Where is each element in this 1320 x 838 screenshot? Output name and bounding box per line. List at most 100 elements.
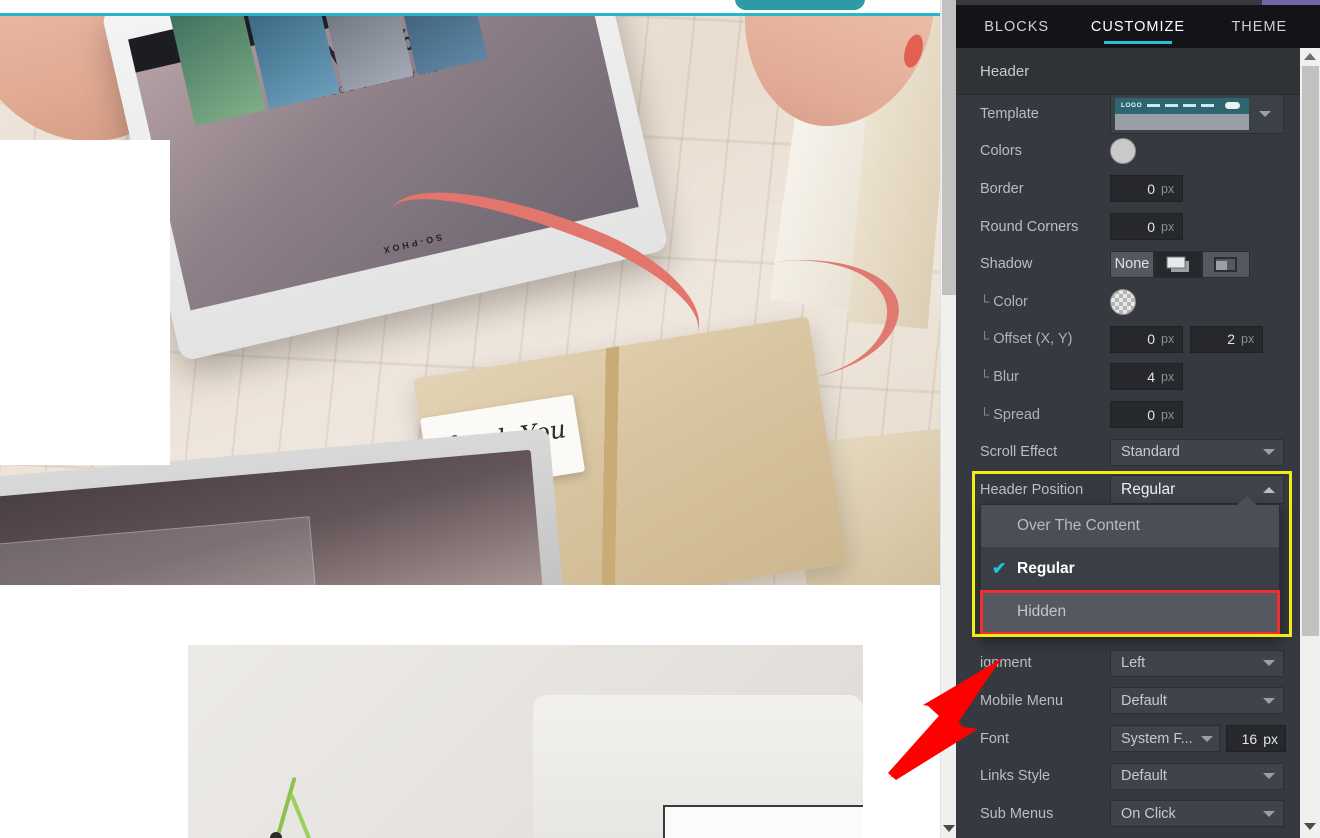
scroll-effect-select[interactable]: Standard bbox=[1110, 439, 1284, 466]
screenshot-root: 50% SALE FINAL DAYS TODAY SO-PHOX Thank … bbox=[0, 0, 1320, 838]
font-size-value: 16 bbox=[1242, 731, 1258, 747]
row-border: Border 0 px bbox=[956, 170, 1300, 208]
label-shadow-offset: └ Offset (X, Y) bbox=[980, 331, 1110, 347]
site-lower-image bbox=[188, 645, 863, 838]
label-alignment: ignment bbox=[980, 655, 1110, 671]
chevron-down-icon bbox=[1263, 698, 1275, 704]
site-cta-button[interactable] bbox=[735, 0, 865, 10]
shadow-spread-input[interactable]: 0 px bbox=[1110, 401, 1183, 428]
row-shadow-offset: └ Offset (X, Y) 0 px 2 px bbox=[956, 321, 1300, 359]
plant-pot bbox=[270, 832, 282, 838]
shadow-offset-text: Offset (X, Y) bbox=[993, 331, 1072, 347]
site-lower-paragraph: vices. To be bbox=[0, 765, 150, 787]
template-thumbnail-menu-item bbox=[1147, 104, 1160, 107]
template-thumbnail-button bbox=[1225, 102, 1240, 109]
label-shadow-blur: └Blur bbox=[980, 369, 1110, 385]
font-family-select[interactable]: System F... bbox=[1110, 725, 1220, 752]
links-style-select[interactable]: Default bbox=[1110, 763, 1284, 790]
template-thumbnail: LOGO bbox=[1115, 98, 1249, 130]
dropdown-option-over-the-content[interactable]: Over The Content bbox=[981, 505, 1279, 548]
laptop-screen bbox=[0, 450, 548, 585]
section-title-header: Header bbox=[956, 48, 1320, 95]
shadow-offset-y-input[interactable]: 2 px bbox=[1190, 326, 1263, 353]
template-thumbnail-menu-item bbox=[1165, 104, 1178, 107]
shadow-color-swatch[interactable] bbox=[1110, 289, 1136, 315]
shadow-blur-input[interactable]: 4 px bbox=[1110, 363, 1183, 390]
tree-corner-glyph: └ bbox=[980, 294, 989, 309]
preview-vertical-scrollbar[interactable] bbox=[940, 0, 956, 838]
site-header-bar bbox=[0, 0, 940, 14]
panel-scrollbar-thumb[interactable] bbox=[1302, 66, 1319, 636]
hero-heading: sily. bbox=[0, 188, 158, 250]
template-picker[interactable]: LOGO bbox=[1110, 95, 1284, 134]
label-round-corners: Round Corners bbox=[980, 219, 1110, 235]
chevron-down-icon[interactable] bbox=[1259, 111, 1271, 117]
dropdown-option-regular[interactable]: ✔ Regular bbox=[981, 548, 1279, 591]
scroll-effect-value: Standard bbox=[1121, 444, 1180, 460]
label-shadow-color: └ Color bbox=[980, 294, 1110, 310]
shadow-blur-unit: px bbox=[1161, 370, 1175, 384]
row-colors: Colors bbox=[956, 133, 1300, 171]
tab-customize[interactable]: CUSTOMIZE bbox=[1077, 5, 1198, 48]
shadow-toggle-group: None bbox=[1110, 251, 1250, 278]
tab-theme[interactable]: THEME bbox=[1199, 5, 1320, 48]
alignment-select[interactable]: Left bbox=[1110, 650, 1284, 677]
font-size-input[interactable]: 16 px bbox=[1226, 725, 1286, 752]
font-family-value: System F... bbox=[1121, 731, 1193, 747]
header-position-select[interactable]: Regular bbox=[1110, 475, 1284, 504]
dropdown-option-label: Regular bbox=[1017, 560, 1075, 578]
chevron-down-icon bbox=[1201, 736, 1213, 742]
round-corners-unit: px bbox=[1161, 220, 1175, 234]
border-width-unit: px bbox=[1161, 182, 1175, 196]
row-alignment: ignment Left bbox=[956, 645, 1300, 683]
dropdown-option-hidden[interactable]: Hidden bbox=[981, 591, 1279, 634]
shadow-offset-x-input[interactable]: 0 px bbox=[1110, 326, 1183, 353]
colors-swatch[interactable] bbox=[1110, 138, 1136, 164]
chevron-down-icon bbox=[1263, 449, 1275, 455]
plant-leaf bbox=[289, 793, 314, 838]
chevron-down-icon bbox=[1263, 811, 1275, 817]
shadow-offset-y-unit: px bbox=[1241, 332, 1255, 346]
border-width-value: 0 bbox=[1147, 181, 1155, 197]
preview-scroll-down-arrow[interactable] bbox=[941, 820, 957, 836]
mobile-menu-select[interactable]: Default bbox=[1110, 687, 1284, 714]
tab-blocks[interactable]: BLOCKS bbox=[956, 5, 1077, 48]
panel-settings-list: Template LOGO bbox=[956, 95, 1300, 838]
laptop-screen-content bbox=[0, 516, 317, 585]
label-border: Border bbox=[980, 181, 1110, 197]
mobile-menu-value: Default bbox=[1121, 693, 1167, 709]
label-links-style: Links Style bbox=[980, 768, 1110, 784]
shadow-option-inner[interactable] bbox=[1202, 251, 1250, 278]
label-sub-menus: Sub Menus bbox=[980, 806, 1110, 822]
preview-scrollbar-thumb[interactable] bbox=[942, 0, 956, 295]
shadow-option-none[interactable]: None bbox=[1110, 251, 1154, 278]
round-corners-input[interactable]: 0 px bbox=[1110, 213, 1183, 240]
panel-vertical-scrollbar[interactable] bbox=[1300, 48, 1320, 838]
row-shadow-blur: └Blur 4 px bbox=[956, 358, 1300, 396]
row-round-corners: Round Corners 0 px bbox=[956, 208, 1300, 246]
shadow-blur-value: 4 bbox=[1147, 369, 1155, 385]
row-shadow-spread: └Spread 0 px bbox=[956, 396, 1300, 434]
label-shadow: Shadow bbox=[980, 256, 1110, 272]
chevron-down-icon bbox=[1263, 773, 1275, 779]
label-header-position: Header Position bbox=[980, 482, 1110, 498]
shadow-offset-x-unit: px bbox=[1161, 332, 1175, 346]
monitor-screen bbox=[663, 805, 863, 838]
shadow-option-outer[interactable] bbox=[1154, 251, 1202, 278]
plant-leaf bbox=[273, 777, 296, 838]
links-style-value: Default bbox=[1121, 768, 1167, 784]
shadow-spread-unit: px bbox=[1161, 408, 1175, 422]
check-icon: ✔ bbox=[992, 559, 1006, 579]
chevron-up-icon bbox=[1263, 487, 1275, 493]
panel-scroll-up-arrow[interactable] bbox=[1300, 48, 1320, 64]
label-colors: Colors bbox=[980, 143, 1110, 159]
row-header-position: Header Position Regular Over The Content… bbox=[956, 471, 1300, 509]
row-shadow: Shadow None bbox=[956, 245, 1300, 283]
shadow-color-text: Color bbox=[993, 294, 1028, 310]
sub-menus-select[interactable]: On Click bbox=[1110, 800, 1284, 827]
dropdown-option-label: Hidden bbox=[1017, 603, 1066, 621]
website-preview-canvas[interactable]: 50% SALE FINAL DAYS TODAY SO-PHOX Thank … bbox=[0, 0, 940, 838]
panel-scroll-down-arrow[interactable] bbox=[1300, 818, 1320, 834]
tree-corner-glyph: └ bbox=[980, 331, 989, 346]
border-width-input[interactable]: 0 px bbox=[1110, 175, 1183, 202]
